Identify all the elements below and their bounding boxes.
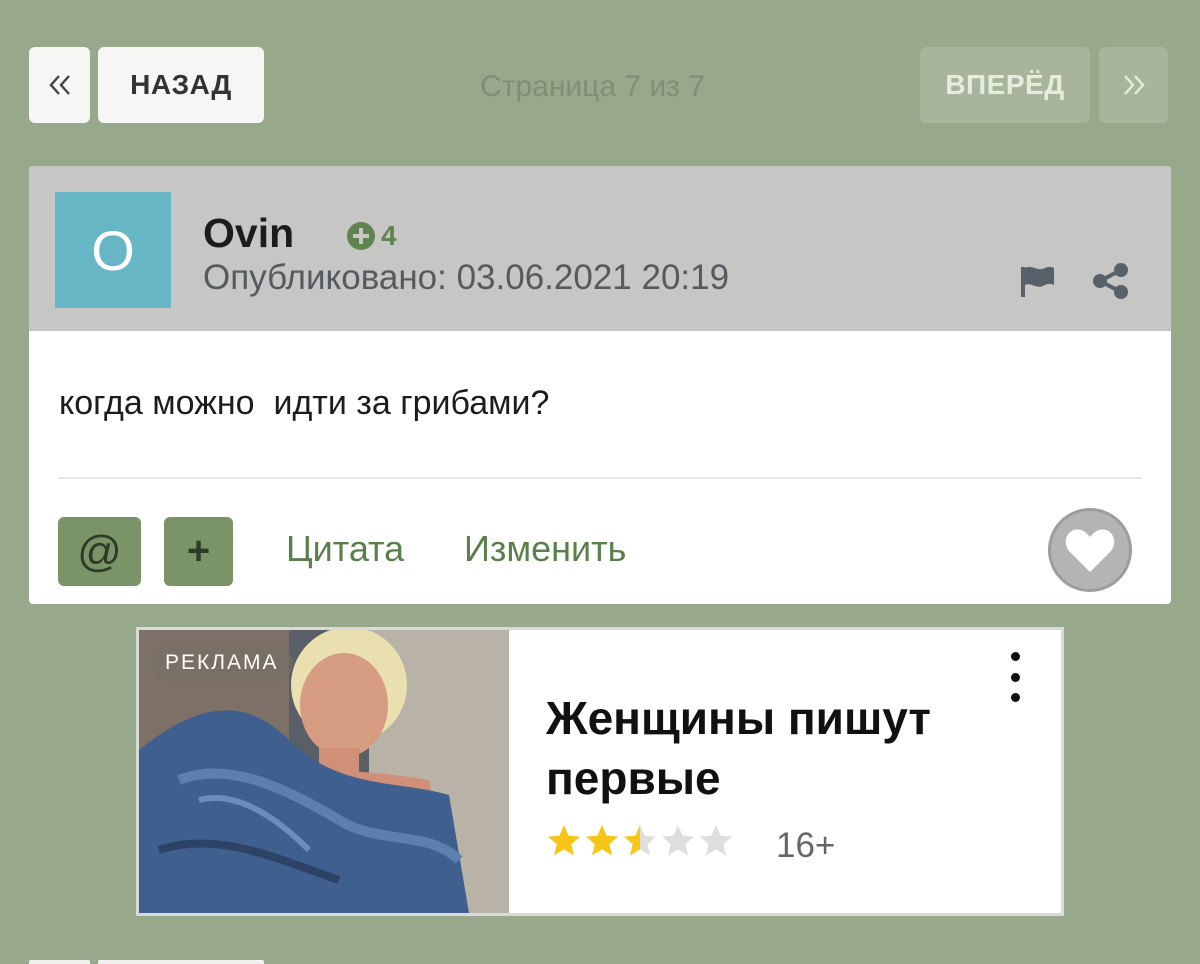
published-date: Опубликовано: 03.06.2021 20:19	[203, 258, 730, 297]
post-header: O Ovin 4 Опубликовано: 03.06.2021 20:19	[29, 166, 1171, 331]
rating-stars	[546, 823, 734, 859]
share-icon[interactable]	[1091, 261, 1131, 301]
like-button[interactable]	[1048, 508, 1132, 592]
first-page-button[interactable]	[29, 47, 90, 123]
ad-title[interactable]: Женщины пишут первые	[546, 688, 1006, 808]
forum-post: O Ovin 4 Опубликовано: 03.06.2021 20:19 …	[29, 166, 1171, 604]
add-button[interactable]: +	[164, 517, 233, 586]
more-options-icon[interactable]	[1003, 652, 1027, 702]
flag-icon[interactable]	[1018, 261, 1058, 301]
reputation-count: 4	[381, 220, 397, 251]
ad-banner[interactable]: РЕКЛАМА Женщины пишут первые 16+	[136, 627, 1064, 916]
ad-image[interactable]: РЕКЛАМА	[139, 630, 509, 913]
avatar[interactable]: O	[55, 192, 171, 308]
star-icon	[700, 825, 732, 856]
next-pagination-edge	[29, 960, 299, 964]
divider	[58, 477, 1142, 479]
star-icon	[624, 825, 656, 856]
mention-button[interactable]: @	[58, 517, 141, 586]
next-page-button[interactable]: ВПЕРЁД	[920, 47, 1090, 123]
age-rating: 16+	[776, 826, 836, 865]
page-indicator: Страница 7 из 7	[480, 70, 705, 103]
quote-link[interactable]: Цитата	[286, 528, 404, 570]
star-icon	[662, 825, 694, 856]
edit-link[interactable]: Изменить	[464, 528, 626, 570]
author-name[interactable]: Ovin	[203, 210, 294, 257]
star-icon	[586, 825, 618, 856]
double-chevron-right-icon	[1123, 75, 1145, 95]
prev-page-button[interactable]: НАЗАД	[98, 47, 264, 123]
heart-icon	[1065, 529, 1115, 572]
reputation-badge: 4	[347, 220, 397, 252]
double-chevron-left-icon	[48, 75, 70, 95]
ad-label: РЕКЛАМА	[151, 644, 293, 682]
plus-circle-icon	[347, 222, 375, 250]
last-page-button[interactable]	[1099, 47, 1168, 123]
star-icon	[548, 825, 580, 856]
post-body: когда можно идти за грибами?	[59, 384, 550, 422]
